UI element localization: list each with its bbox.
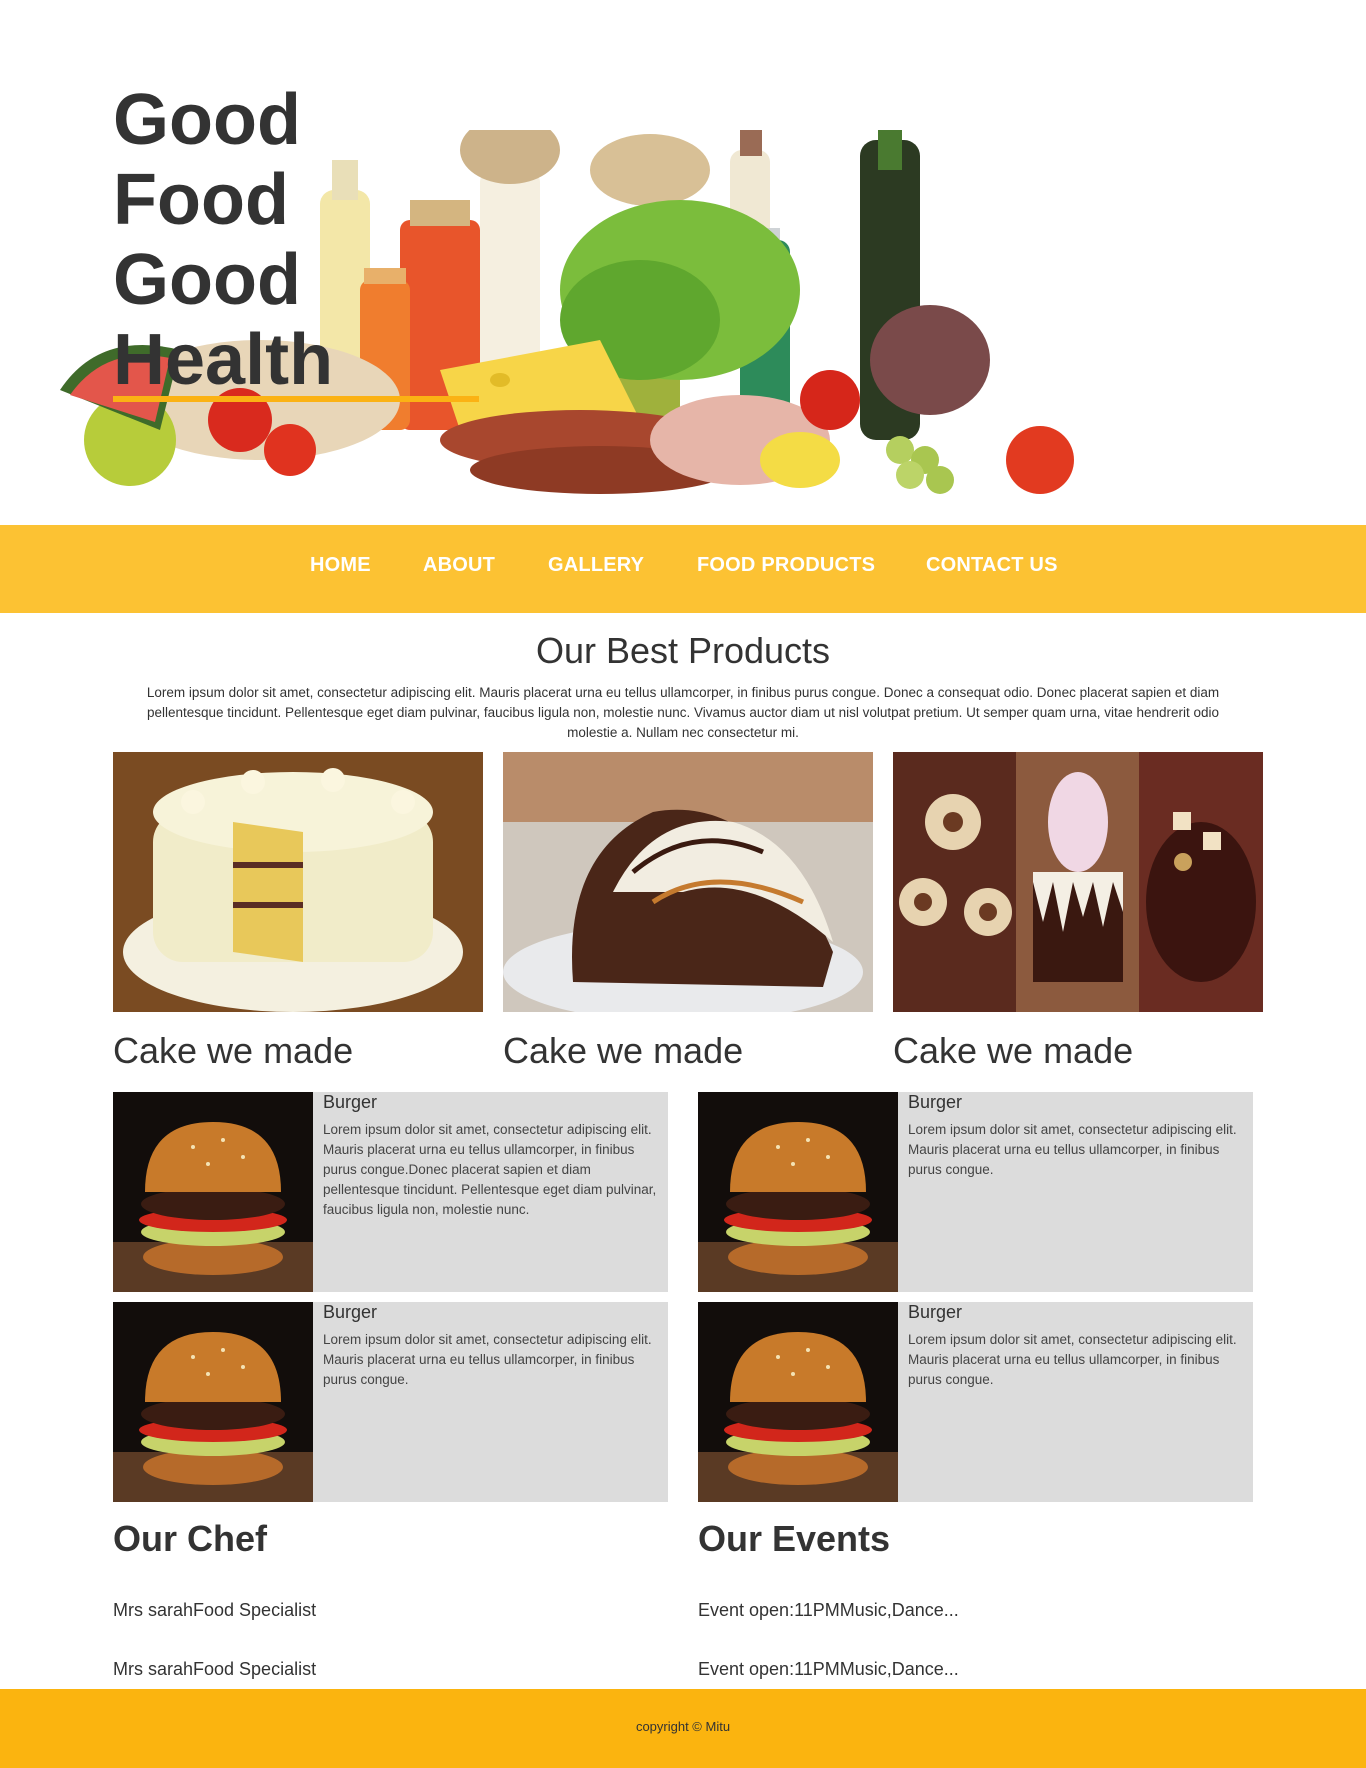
hero-title-line: Good [113,80,301,160]
chef-section-title: Our Chef [113,1518,268,1559]
event-item: Event open:11PMMusic,Dance... [698,1600,959,1620]
burger-title: Burger [323,1092,378,1112]
hero-title-line: Food [113,160,289,240]
nav-gallery[interactable]: GALLERY [548,554,644,577]
cake-card-title-2: Cake we made [503,1030,744,1071]
burger-card-2: Burger Lorem ipsum dolor sit amet, conse… [698,1092,1253,1292]
cake-card-title-3: Cake we made [893,1030,1134,1071]
hero-title-line: Health [113,320,334,400]
best-products-title: Our Best Products [535,630,831,671]
hero-title-line: Good [113,240,301,320]
chef-item: Mrs sarahFood Specialist [113,1659,317,1679]
best-products-intro: Lorem ipsum dolor sit amet, consectetur … [146,685,1220,740]
main-navigation: HOME ABOUT GALLERY FOOD PRODUCTS CONTACT… [0,525,1366,613]
copyright-text: copyright © Mitu [635,1719,731,1734]
cake-image-3 [893,752,1263,1012]
burger-image [698,1092,898,1292]
nav-about[interactable]: ABOUT [423,554,495,577]
burger-image [113,1302,313,1502]
burger-description: Lorem ipsum dolor sit amet, consectetur … [908,1122,1237,1177]
hero-banner: Good Food Good Health [0,0,1366,614]
cake-card-title-1: Cake we made [113,1030,354,1071]
nav-home[interactable]: HOME [310,554,371,577]
chef-item: Mrs sarahFood Specialist [113,1600,317,1620]
burger-description: Lorem ipsum dolor sit amet, consectetur … [323,1122,657,1217]
burger-image [113,1092,313,1292]
burger-description: Lorem ipsum dolor sit amet, consectetur … [908,1332,1237,1387]
burger-card-3: Burger Lorem ipsum dolor sit amet, conse… [113,1302,668,1502]
hero-title-underline [113,396,479,402]
site-footer: copyright © Mitu [0,1689,1366,1768]
burger-title: Burger [908,1092,963,1112]
burger-card-4: Burger Lorem ipsum dolor sit amet, conse… [698,1302,1253,1502]
hero-title: Good Food Good Health [113,80,333,400]
events-section-title: Our Events [698,1518,891,1559]
nav-contact-us[interactable]: CONTACT US [926,554,1058,577]
burger-card-1: Burger Lorem ipsum dolor sit amet, conse… [113,1092,668,1292]
cake-image-2 [503,752,873,1012]
nav-food-products[interactable]: FOOD PRODUCTS [697,554,875,577]
burger-title: Burger [323,1302,378,1322]
event-item: Event open:11PMMusic,Dance... [698,1659,959,1679]
cake-image-1 [113,752,483,1012]
burger-image [698,1302,898,1502]
burger-description: Lorem ipsum dolor sit amet, consectetur … [323,1332,652,1387]
burger-title: Burger [908,1302,963,1322]
